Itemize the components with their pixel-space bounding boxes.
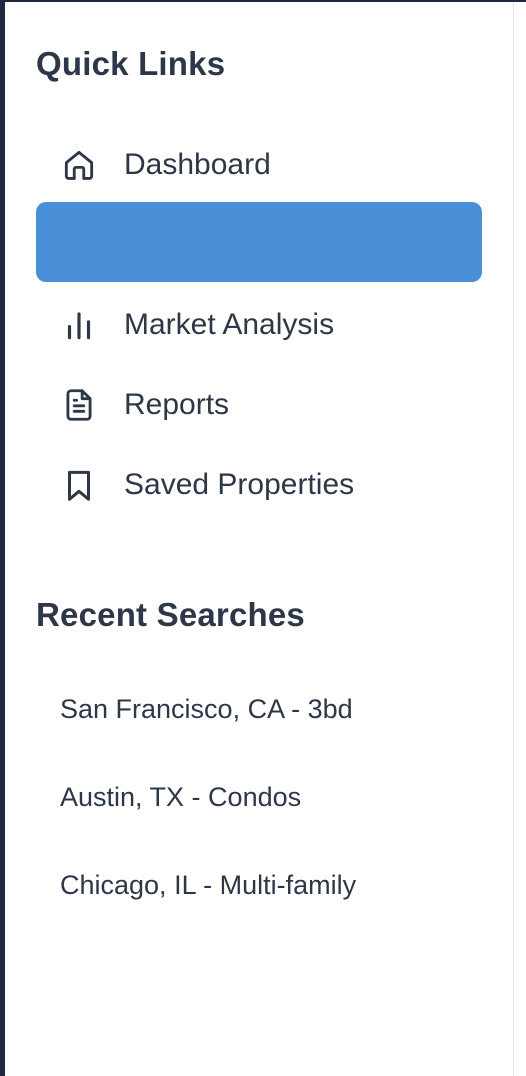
nav-item-saved-properties[interactable]: Saved Properties: [36, 444, 482, 524]
nav-label-reports: Reports: [124, 388, 230, 421]
recent-search-item[interactable]: Chicago, IL - Multi-family: [60, 870, 356, 901]
nav-item-active[interactable]: [36, 202, 482, 282]
nav-item-dashboard[interactable]: Dashboard: [36, 124, 482, 204]
recent-search-item[interactable]: Austin, TX - Condos: [60, 782, 301, 813]
nav-item-reports[interactable]: Reports: [36, 364, 482, 444]
nav-label-saved-properties: Saved Properties: [124, 468, 355, 501]
recent-searches-title: Recent Searches: [36, 596, 305, 633]
sidebar: Quick Links Dashboard Market Analysis Re…: [5, 2, 513, 1076]
home-icon: [60, 146, 98, 184]
quick-links-title: Quick Links: [36, 45, 226, 82]
bookmark-icon: [60, 466, 98, 504]
nav-label-dashboard: Dashboard: [124, 148, 271, 181]
content-edge: [513, 2, 526, 1076]
document-icon: [60, 386, 98, 424]
nav-item-market-analysis[interactable]: Market Analysis: [36, 284, 482, 364]
bar-chart-icon: [60, 306, 98, 344]
recent-search-item[interactable]: San Francisco, CA - 3bd: [60, 694, 353, 725]
nav-label-market-analysis: Market Analysis: [124, 308, 335, 341]
